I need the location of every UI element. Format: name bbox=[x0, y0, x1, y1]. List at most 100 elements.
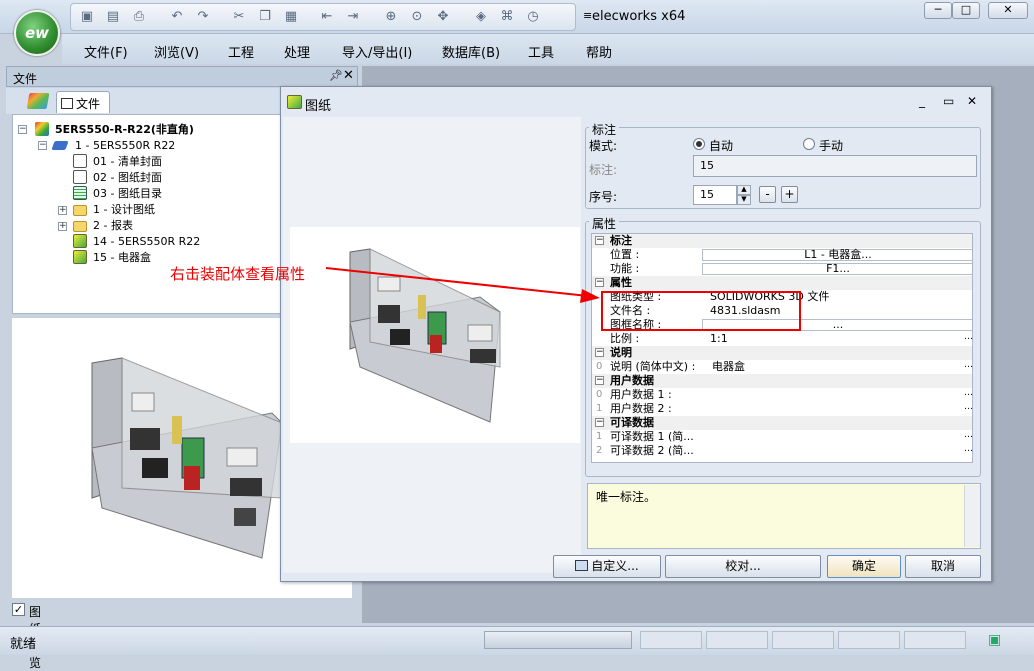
grid-section[interactable]: − 标注 bbox=[592, 234, 972, 248]
copy-icon[interactable]: ❐ bbox=[255, 8, 275, 26]
more-icon[interactable]: … bbox=[964, 442, 972, 456]
save-icon[interactable]: ▤ bbox=[103, 8, 123, 26]
close-button[interactable]: ✕ bbox=[988, 2, 1028, 19]
folder-icon bbox=[73, 221, 87, 232]
grid-section[interactable]: − 可译数据 bbox=[592, 416, 972, 430]
grid-row[interactable]: 1 用户数据 2 :… bbox=[592, 400, 972, 416]
grid-section[interactable]: − 说明 bbox=[592, 346, 972, 360]
tree-item-01[interactable]: 01 - 清单封面 bbox=[93, 154, 162, 169]
grid-row[interactable]: 比例 :1:1… bbox=[592, 330, 972, 346]
more-icon[interactable]: … bbox=[964, 400, 972, 414]
sequence-decrement-button[interactable]: - bbox=[759, 186, 776, 203]
custom-button[interactable]: 自定义... bbox=[553, 555, 661, 578]
menu-import-export[interactable]: 导入/导出(I) bbox=[342, 42, 412, 61]
grid-row[interactable]: 位置 : L1 - 电器盒... bbox=[592, 248, 972, 262]
description-scrollbar[interactable] bbox=[964, 485, 980, 547]
grid-row[interactable]: 1 可译数据 1 (简...… bbox=[592, 428, 972, 444]
section-toggle[interactable]: − bbox=[595, 418, 604, 427]
grid-value[interactable]: L1 - 电器盒... bbox=[702, 249, 972, 261]
grid-section[interactable]: − 属性 bbox=[592, 276, 972, 290]
tree-expand-toggle[interactable]: + bbox=[58, 222, 67, 231]
app-logo[interactable]: ew bbox=[14, 10, 60, 56]
tree-item-folder-reports[interactable]: 2 - 报表 bbox=[93, 218, 133, 233]
sequence-label: 序号: bbox=[589, 190, 618, 204]
more-icon[interactable]: … bbox=[964, 386, 972, 400]
section-toggle[interactable]: − bbox=[595, 236, 604, 245]
forward-icon[interactable]: ⇥ bbox=[343, 8, 363, 26]
zoom-in-icon[interactable]: ⊕ bbox=[381, 8, 401, 26]
grid-key: 可译数据 1 (简... bbox=[610, 430, 694, 443]
ok-button[interactable]: 确定 bbox=[827, 555, 901, 578]
timer-icon[interactable]: ◷ bbox=[523, 8, 543, 26]
tree-collapse-toggle[interactable]: − bbox=[38, 141, 47, 150]
menu-view[interactable]: 浏览(V) bbox=[154, 42, 199, 61]
sequence-increment-button[interactable]: + bbox=[781, 186, 798, 203]
sequence-up-button[interactable]: ▲ bbox=[737, 185, 751, 195]
undo-icon[interactable]: ↶ bbox=[167, 8, 187, 26]
grid-section[interactable]: − 用户数据 bbox=[592, 374, 972, 388]
cancel-button[interactable]: 取消 bbox=[905, 555, 981, 578]
menu-project[interactable]: 工程 bbox=[228, 42, 254, 61]
annotation-label: 标注: bbox=[589, 163, 618, 177]
paste-icon[interactable]: ▦ bbox=[281, 8, 301, 26]
panel-close-icon[interactable]: ✕ bbox=[343, 68, 354, 83]
menu-process[interactable]: 处理 bbox=[284, 42, 310, 61]
menu-file[interactable]: 文件(F) bbox=[84, 42, 128, 61]
tree-expand-toggle[interactable]: + bbox=[58, 206, 67, 215]
grid-row[interactable]: 功能 : F1... bbox=[592, 262, 972, 276]
cut-icon[interactable]: ✂ bbox=[229, 8, 249, 26]
dialog-maximize-button[interactable]: ▭ bbox=[943, 94, 954, 108]
pin-icon[interactable]: 📌︎ bbox=[329, 69, 343, 82]
redo-icon[interactable]: ↷ bbox=[193, 8, 213, 26]
annotation-arrow bbox=[325, 267, 600, 303]
section-toggle[interactable]: − bbox=[595, 376, 604, 385]
sequence-down-button[interactable]: ▼ bbox=[737, 195, 751, 205]
tree-item-14[interactable]: 14 - 5ERS550R R22 bbox=[93, 234, 200, 249]
grid-value[interactable]: F1... bbox=[702, 263, 972, 275]
back-icon[interactable]: ⇤ bbox=[317, 8, 337, 26]
grid-row[interactable]: 2 可译数据 2 (简...… bbox=[592, 442, 972, 458]
customize-toolbar-icon[interactable]: ≡ bbox=[583, 9, 592, 22]
more-icon[interactable]: … bbox=[964, 330, 972, 344]
tree-item-book[interactable]: 1 - 5ERS550R R22 bbox=[75, 138, 175, 153]
tree-item-02[interactable]: 02 - 图纸封面 bbox=[93, 170, 162, 185]
check-button[interactable]: 校对... bbox=[665, 555, 821, 578]
print-icon[interactable]: ⎙ bbox=[129, 8, 149, 26]
dialog-close-button[interactable]: ✕ bbox=[967, 94, 977, 108]
annotation-field[interactable]: 15 bbox=[693, 155, 977, 177]
menu-tools[interactable]: 工具 bbox=[528, 42, 554, 61]
menu-help[interactable]: 帮助 bbox=[586, 42, 612, 61]
tree-item-folder-design[interactable]: 1 - 设计图纸 bbox=[93, 202, 155, 217]
tree-item-03[interactable]: 03 - 图纸目录 bbox=[93, 186, 162, 201]
new-icon[interactable]: ▣ bbox=[77, 8, 97, 26]
tree-item-project[interactable]: 5ERS550-R-R22(非直角) bbox=[55, 122, 194, 137]
grid-row[interactable]: 0 用户数据 1 :… bbox=[592, 386, 972, 402]
mode-manual-label: 手动 bbox=[819, 139, 844, 153]
more-icon[interactable]: … bbox=[964, 428, 972, 442]
components-tab-icon[interactable] bbox=[26, 93, 50, 109]
maximize-button[interactable]: □ bbox=[952, 2, 980, 19]
description-box[interactable]: 唯一标注。 bbox=[587, 483, 981, 549]
preview-checkbox[interactable]: ✓ bbox=[12, 603, 25, 616]
network-icon[interactable]: ▣ bbox=[988, 632, 1001, 648]
pan-icon[interactable]: ✥ bbox=[433, 8, 453, 26]
grid-value: 电器盒 bbox=[712, 360, 745, 373]
list-icon bbox=[73, 186, 87, 200]
more-icon[interactable]: … bbox=[964, 358, 972, 372]
section-toggle[interactable]: − bbox=[595, 348, 604, 357]
custom-icon bbox=[575, 560, 589, 571]
mirror-icon[interactable]: ◈ bbox=[471, 8, 491, 26]
zoom-icon[interactable]: ⊙ bbox=[407, 8, 427, 26]
tab-file[interactable]: 文件 bbox=[56, 91, 110, 113]
mode-manual-radio[interactable] bbox=[803, 138, 815, 150]
binoculars-icon[interactable]: ⌘ bbox=[497, 8, 517, 26]
mode-auto-radio[interactable] bbox=[693, 138, 705, 150]
minimize-button[interactable]: ─ bbox=[924, 2, 952, 19]
tree-item-15[interactable]: 15 - 电器盒 bbox=[93, 250, 151, 265]
property-grid: − 标注 位置 : L1 - 电器盒... 功能 : F1... − 属性 图纸类型 :… bbox=[591, 233, 973, 463]
menu-database[interactable]: 数据库(B) bbox=[442, 42, 500, 61]
tree-collapse-toggle[interactable]: − bbox=[18, 125, 27, 134]
grid-row[interactable]: 0 说明 (简体中文) : 电器盒… bbox=[592, 358, 972, 374]
sequence-input[interactable]: 15 bbox=[693, 185, 737, 205]
dialog-help-button[interactable]: _ bbox=[919, 94, 925, 108]
